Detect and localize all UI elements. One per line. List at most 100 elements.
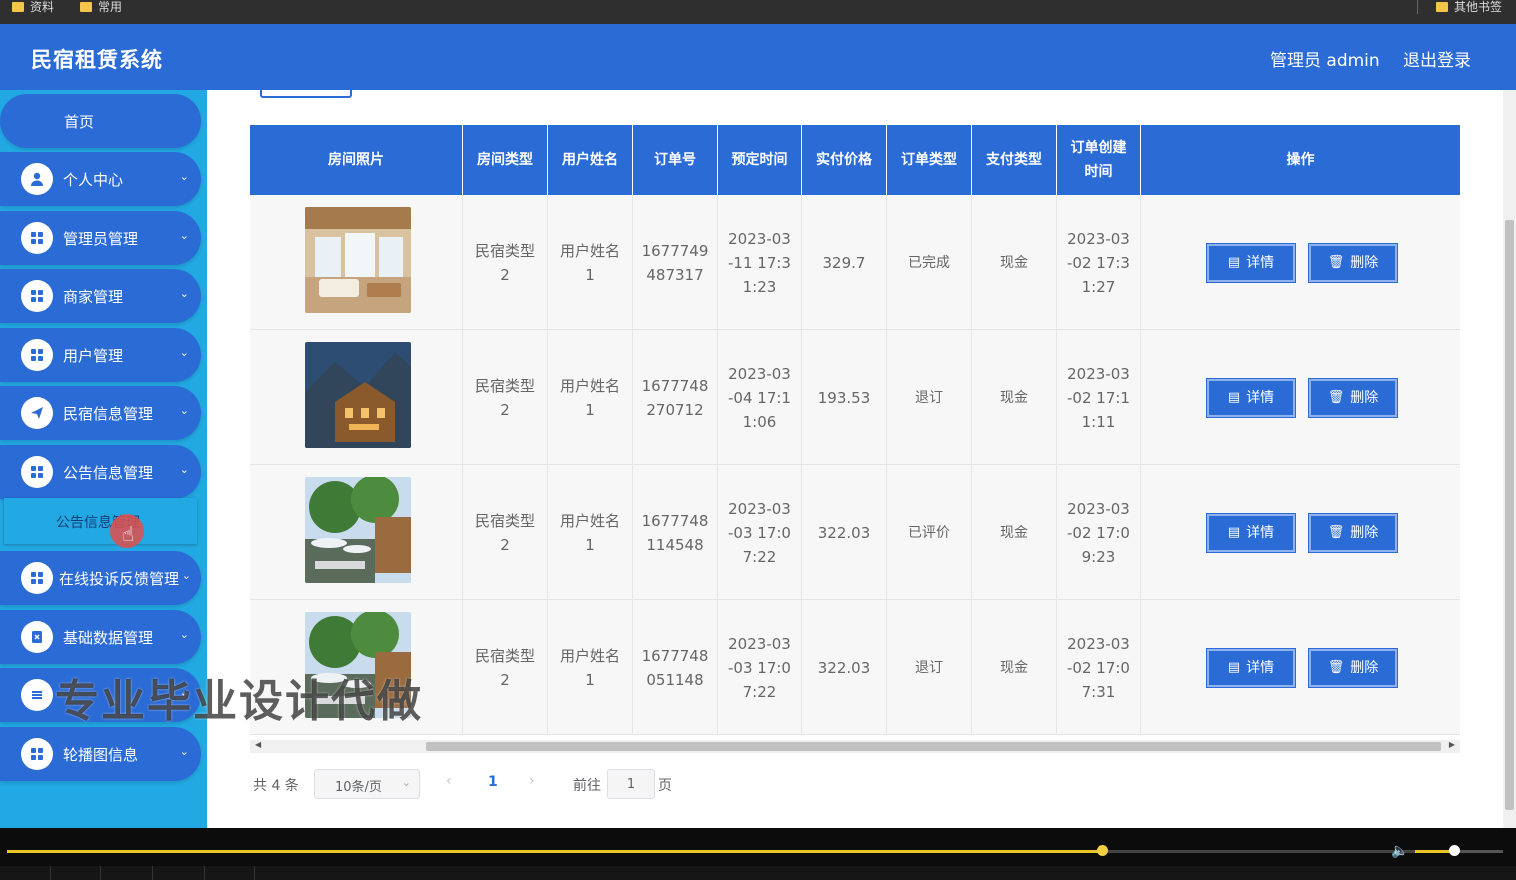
- room-photo-cell: [250, 465, 463, 600]
- volume-icon[interactable]: 🔈: [1391, 843, 1408, 859]
- sidebar-item-carousel[interactable]: 轮播图信息 ⌄: [0, 727, 201, 781]
- next-page-icon[interactable]: ›: [529, 773, 535, 789]
- top-header: 民宿租赁系统 管理员 admin 退出登录: [0, 24, 1516, 90]
- list-icon: [21, 679, 53, 711]
- column-header: 支付类型: [972, 125, 1057, 195]
- detail-button[interactable]: ▤ 详情: [1207, 244, 1295, 282]
- sidebar-item-basedata-mgmt[interactable]: 基础数据管理 ⌄: [0, 610, 201, 664]
- document-icon: ▤: [1227, 390, 1241, 405]
- pay-type-cell: 现金: [972, 600, 1057, 735]
- column-header: 房间类型: [463, 125, 548, 195]
- order-type-cell: 退订: [887, 330, 972, 465]
- trash-icon: 🗑: [1327, 525, 1345, 540]
- reserve-time-cell: 2023-03 -03 17:0 7:22: [718, 465, 802, 600]
- logout-button[interactable]: 退出登录: [1403, 46, 1471, 71]
- order-no-cell: 1677748 114548: [633, 465, 718, 600]
- user-icon: [21, 163, 53, 195]
- sidebar-item-complaint-mgmt[interactable]: 在线投诉反馈管理 ⌄: [0, 551, 201, 605]
- bookmark-label: 资料: [30, 0, 55, 14]
- toolbar-button-partial[interactable]: [260, 90, 352, 98]
- column-header: 实付价格: [802, 125, 887, 195]
- room-type-cell: 民宿类型 2: [463, 600, 548, 735]
- chevron-down-icon: ⌄: [179, 745, 189, 758]
- column-header: 用户姓名: [548, 125, 633, 195]
- bookmark-folder-1[interactable]: 资料: [12, 0, 54, 14]
- volume-knob[interactable]: [1449, 845, 1460, 856]
- scroll-left-icon[interactable]: ◀: [255, 740, 261, 749]
- price-cell: 193.53: [802, 330, 887, 465]
- sidebar-item-label: 商家管理: [63, 288, 124, 306]
- sidebar-item-home[interactable]: 首页: [0, 94, 201, 148]
- progress-fill: [7, 850, 1102, 853]
- delete-button[interactable]: 🗑 删除: [1309, 514, 1397, 552]
- create-time-cell: 2023-03 -02 17:0 9:23: [1057, 465, 1141, 600]
- room-photo: [305, 477, 411, 583]
- reserve-time-cell: 2023-03 -03 17:0 7:22: [718, 600, 802, 735]
- reserve-time-cell: 2023-03 -04 17:1 1:06: [718, 330, 802, 465]
- chevron-down-icon: ⌄: [179, 346, 189, 359]
- bookmark-folder-2[interactable]: 常用: [80, 0, 122, 14]
- detail-button[interactable]: ▤ 详情: [1207, 514, 1295, 552]
- user-name-cell: 用户姓名 1: [548, 465, 633, 600]
- order-no-cell: 1677748 051148: [633, 600, 718, 735]
- pay-type-cell: 现金: [972, 330, 1057, 465]
- trash-icon: 🗑: [1327, 255, 1345, 270]
- reserve-time-cell: 2023-03 -11 17:3 1:23: [718, 195, 802, 330]
- column-header: 预定时间: [718, 125, 802, 195]
- grid-icon: [21, 562, 53, 594]
- chevron-down-icon: ⌄: [179, 287, 189, 300]
- page-size-select[interactable]: 10条/页 ⌄: [314, 769, 420, 799]
- page-unit-label: 页: [658, 778, 672, 794]
- column-header: 订单号: [633, 125, 718, 195]
- order-no-cell: 1677749 487317: [633, 195, 718, 330]
- chevron-down-icon: ⌄: [179, 628, 189, 641]
- delete-button[interactable]: 🗑 删除: [1309, 244, 1397, 282]
- current-page[interactable]: 1: [488, 774, 498, 790]
- grid-icon: [21, 280, 53, 312]
- admin-label: 管理员 admin: [1270, 51, 1380, 71]
- user-name-cell: 用户姓名 1: [548, 330, 633, 465]
- scrollbar-thumb[interactable]: [1505, 220, 1514, 810]
- document-icon: ▤: [1227, 255, 1241, 270]
- table-row: 民宿类型 2 用户姓名 1 1677748 270712 2023-03 -04…: [250, 330, 1460, 465]
- bookmark-other[interactable]: 其他书签: [1436, 0, 1502, 14]
- sidebar-item-label: 在线投诉反馈管理: [59, 570, 180, 588]
- horizontal-scrollbar[interactable]: ◀ ▶: [250, 740, 1460, 753]
- sidebar-item-profile[interactable]: 个人中心 ⌄: [0, 152, 201, 206]
- chevron-down-icon: ⌄: [401, 776, 411, 789]
- delete-button[interactable]: 🗑 删除: [1309, 379, 1397, 417]
- sidebar-subitem-notice[interactable]: 公告信息管理: [4, 498, 197, 544]
- sidebar-item-homestay-mgmt[interactable]: 民宿信息管理 ⌄: [0, 386, 201, 440]
- progress-knob[interactable]: [1097, 845, 1108, 856]
- detail-button[interactable]: ▤ 详情: [1207, 379, 1295, 417]
- sidebar-item-notice-mgmt[interactable]: 公告信息管理 ⌄: [0, 445, 201, 499]
- grid-icon: [21, 738, 53, 770]
- column-header: 房间照片: [250, 125, 463, 195]
- bookmark-divider: [1417, 0, 1418, 14]
- page-jump-input[interactable]: [607, 769, 655, 799]
- prev-page-icon[interactable]: ‹: [446, 773, 452, 789]
- playback-progress[interactable]: [7, 845, 1502, 856]
- table-row: 民宿类型 2 用户姓名 1 1677749 487317 2023-03 -11…: [250, 195, 1460, 330]
- sidebar-item-admin-mgmt[interactable]: 管理员管理 ⌄: [0, 211, 201, 265]
- volume-slider[interactable]: [1415, 845, 1503, 856]
- actions-cell: ▤ 详情 🗑 删除: [1141, 330, 1460, 465]
- sidebar-item-user-mgmt[interactable]: 用户管理 ⌄: [0, 328, 201, 382]
- table-header: 房间照片 房间类型 用户姓名 订单号 预定时间 实付价格 订单类型 支付类型 订…: [250, 125, 1460, 195]
- vertical-scrollbar[interactable]: [1503, 90, 1516, 828]
- folder-icon: [1436, 2, 1448, 12]
- sidebar-item-merchant-mgmt[interactable]: 商家管理 ⌄: [0, 269, 201, 323]
- room-photo-cell: [250, 330, 463, 465]
- total-count: 共 4 条: [253, 778, 299, 794]
- user-name-cell: 用户姓名 1: [548, 600, 633, 735]
- watermark-text: 专业毕业设计代做: [55, 676, 423, 727]
- room-photo-cell: [250, 195, 463, 330]
- pay-type-cell: 现金: [972, 195, 1057, 330]
- detail-button[interactable]: ▤ 详情: [1207, 649, 1295, 687]
- scrollbar-thumb[interactable]: [426, 742, 1441, 751]
- scroll-right-icon[interactable]: ▶: [1449, 740, 1455, 749]
- video-player-bar: 🔈: [0, 828, 1516, 880]
- grid-icon: [21, 222, 53, 254]
- delete-button[interactable]: 🗑 删除: [1309, 649, 1397, 687]
- chevron-down-icon: ⌄: [179, 404, 189, 417]
